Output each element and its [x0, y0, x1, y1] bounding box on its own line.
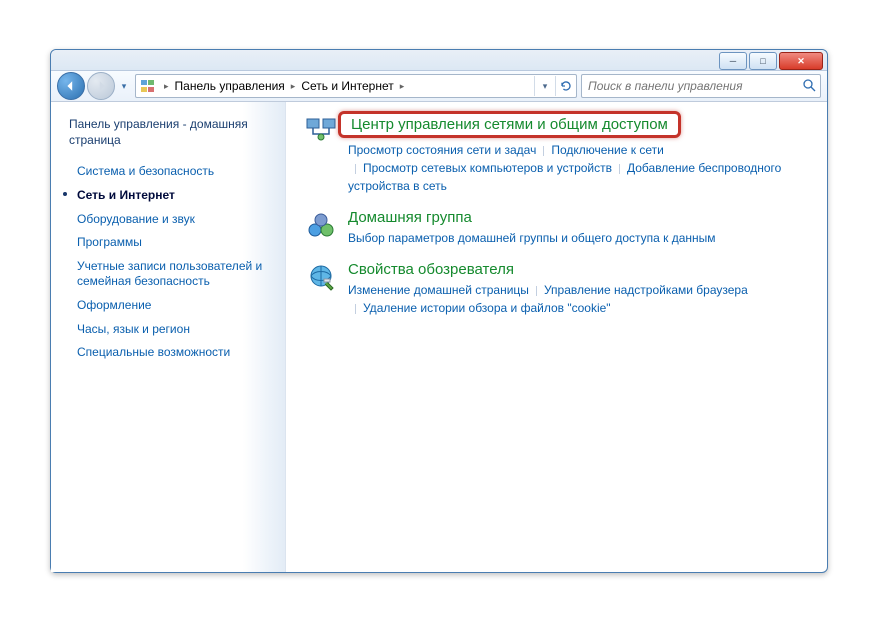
chevron-right-icon: ▸: [396, 81, 409, 92]
sublink[interactable]: Управление надстройками браузера: [544, 283, 748, 297]
refresh-button[interactable]: [555, 76, 576, 96]
chevron-right-icon: ▸: [287, 81, 300, 92]
window-body: Панель управления - домашняя страница Си…: [51, 102, 827, 572]
control-panel-window: ─ □ ✕ ▾ ▸ Панель управления ▸ Сеть и Инт…: [50, 49, 828, 573]
category-icon: [304, 114, 340, 146]
nav-history-dropdown[interactable]: ▾: [117, 81, 131, 92]
search-icon[interactable]: [802, 78, 816, 95]
path-dropdown-button[interactable]: ▾: [534, 76, 555, 96]
category-icon: [304, 209, 340, 241]
sidebar-item-1[interactable]: Сеть и Интернет: [69, 184, 275, 208]
sidebar-item-7[interactable]: Специальные возможности: [69, 341, 275, 365]
category-title[interactable]: Домашняя группа: [348, 209, 472, 226]
category-0: Центр управления сетями и общим доступом…: [304, 114, 809, 195]
sidebar-home-link[interactable]: Панель управления - домашняя страница: [69, 116, 275, 148]
sidebar-item-2[interactable]: Оборудование и звук: [69, 208, 275, 232]
nav-bar: ▾ ▸ Панель управления ▸ Сеть и Интернет …: [51, 71, 827, 102]
breadcrumb-root[interactable]: Панель управления: [173, 79, 287, 93]
search-input[interactable]: [586, 78, 802, 94]
category-title[interactable]: Центр управления сетями и общим доступом: [338, 111, 681, 138]
sublink[interactable]: Выбор параметров домашней группы и общег…: [348, 231, 716, 245]
close-button[interactable]: ✕: [779, 52, 823, 70]
sublink[interactable]: Изменение домашней страницы: [348, 283, 529, 297]
sidebar-item-0[interactable]: Система и безопасность: [69, 160, 275, 184]
address-bar-buttons: ▾: [534, 76, 576, 96]
search-box[interactable]: [581, 74, 821, 98]
back-button[interactable]: [57, 72, 85, 100]
address-bar[interactable]: ▸ Панель управления ▸ Сеть и Интернет ▸ …: [135, 74, 577, 98]
maximize-button[interactable]: □: [749, 52, 777, 70]
sublink[interactable]: Подключение к сети: [551, 143, 663, 157]
sublink[interactable]: Просмотр состояния сети и задач: [348, 143, 536, 157]
category-sublinks: Изменение домашней страницы Управление на…: [348, 281, 809, 317]
control-panel-icon: [139, 77, 157, 95]
category-sublinks: Выбор параметров домашней группы и общег…: [348, 229, 809, 247]
category-icon: [304, 261, 340, 293]
sublink[interactable]: Просмотр сетевых компьютеров и устройств: [363, 161, 612, 175]
sidebar-item-5[interactable]: Оформление: [69, 294, 275, 318]
sidebar-item-3[interactable]: Программы: [69, 231, 275, 255]
chevron-right-icon: ▸: [160, 81, 173, 92]
sidebar: Панель управления - домашняя страница Си…: [51, 102, 286, 572]
forward-button[interactable]: [87, 72, 115, 100]
content-area: Центр управления сетями и общим доступом…: [286, 102, 827, 572]
sublink[interactable]: Удаление истории обзора и файлов "cookie…: [363, 301, 611, 315]
category-1: Домашняя группа Выбор параметров домашней…: [304, 209, 809, 247]
breadcrumb-section[interactable]: Сеть и Интернет: [299, 79, 395, 93]
category-sublinks: Просмотр состояния сети и задач Подключен…: [348, 141, 809, 195]
window-chrome: ─ □ ✕: [51, 50, 827, 71]
category-title[interactable]: Свойства обозревателя: [348, 261, 514, 278]
window-controls: ─ □ ✕: [719, 52, 823, 70]
sidebar-item-4[interactable]: Учетные записи пользователей и семейная …: [69, 255, 275, 294]
category-2: Свойства обозревателя Изменение домашней …: [304, 261, 809, 317]
sidebar-item-6[interactable]: Часы, язык и регион: [69, 318, 275, 342]
minimize-button[interactable]: ─: [719, 52, 747, 70]
